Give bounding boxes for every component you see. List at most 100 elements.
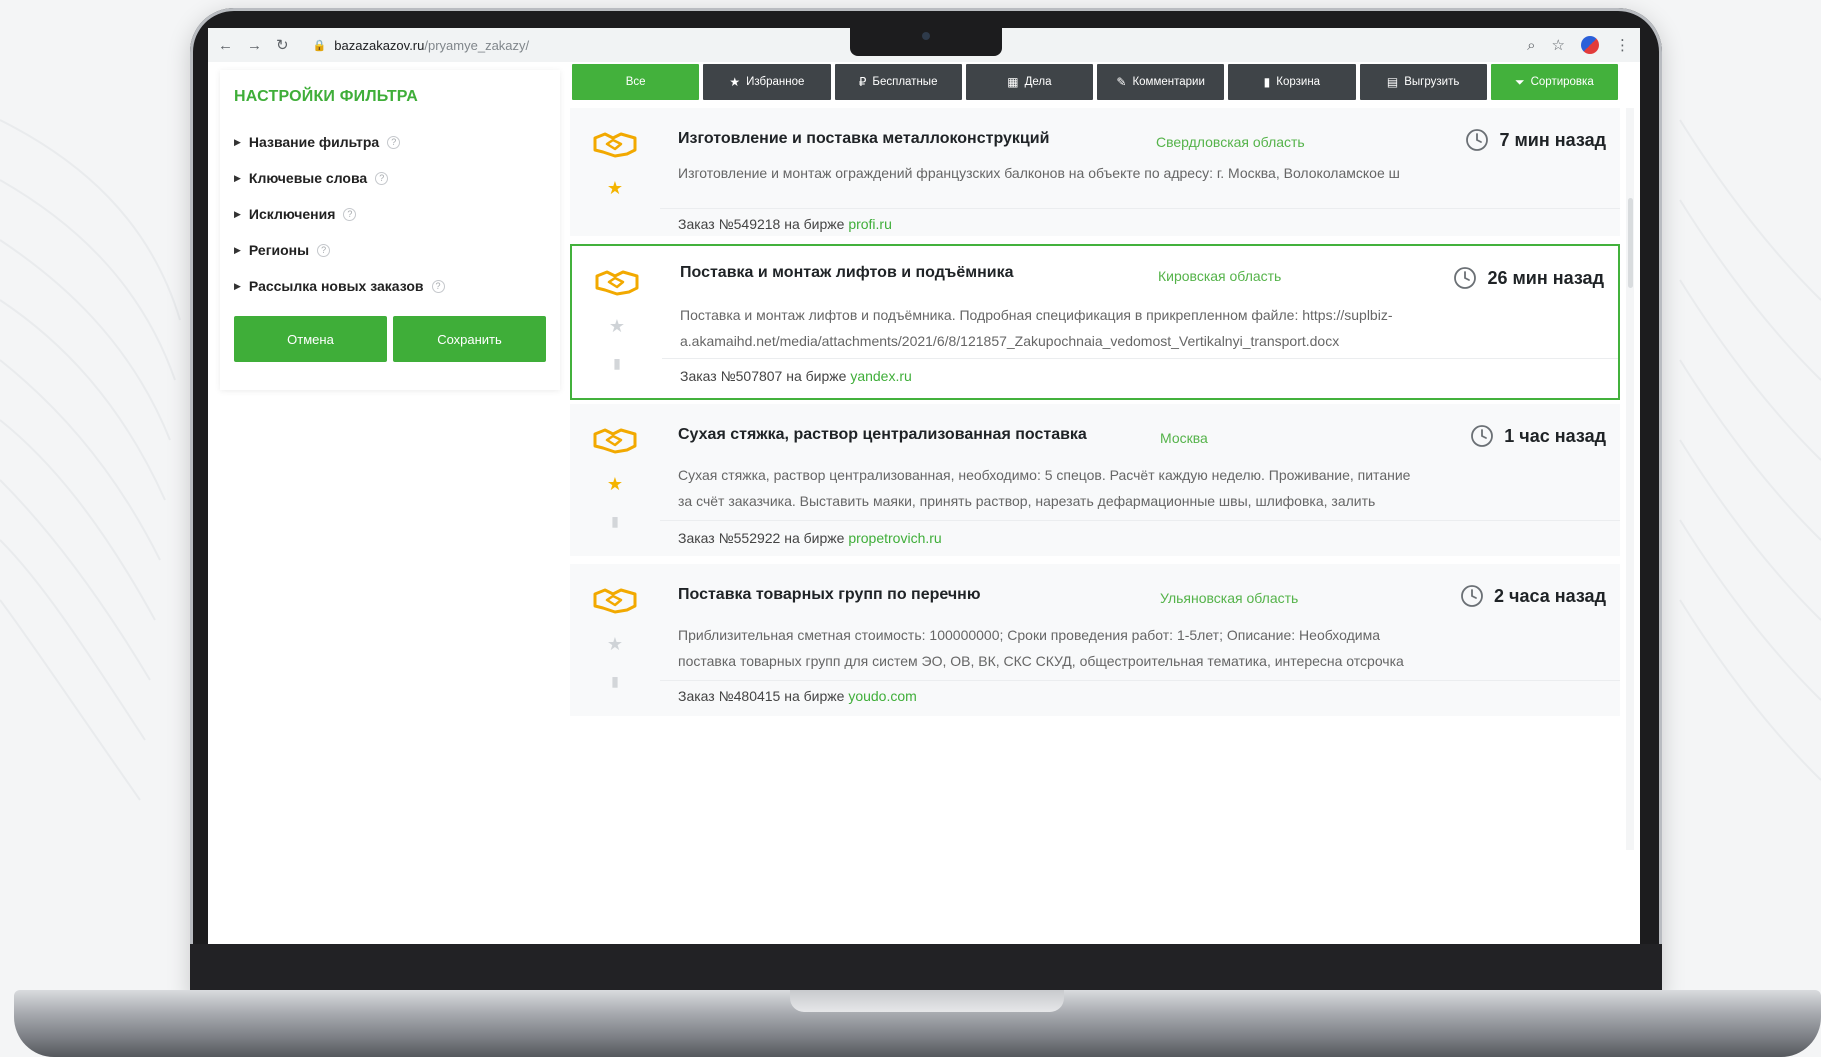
toolbar-button[interactable]: ₽ Бесплатные: [834, 64, 962, 100]
filter-item-label: Рассылка новых заказов: [248, 278, 424, 294]
order-time-label: 7 мин назад: [1499, 129, 1606, 150]
order-description: Приблизительная сметная стоимость: 10000…: [678, 622, 1498, 674]
order-card[interactable]: ★ ▮ Сухая стяжка, раствор централизованная…: [570, 404, 1620, 564]
order-footer: Заказ №480415 на бирже youdo.com: [678, 688, 917, 704]
pencil-icon: ✎: [1116, 75, 1127, 89]
cancel-button[interactable]: Отмена: [234, 316, 387, 362]
order-time: 26 мин назад: [1453, 266, 1604, 290]
order-region: Кировская область: [1158, 268, 1282, 284]
caret-right-icon: ▶: [234, 136, 241, 147]
order-number: Заказ №552922 на бирже: [678, 530, 849, 546]
order-description-line: Сухая стяжка, раствор централизованная, …: [678, 467, 1411, 483]
caret-right-icon: ▶: [234, 280, 241, 291]
exchange-link[interactable]: profi.ru: [848, 216, 892, 232]
toolbar-button[interactable]: ✎ Комментарии: [1097, 64, 1225, 100]
toolbar-button[interactable]: ⏷ Сортировка: [1490, 64, 1618, 100]
help-icon[interactable]: ?: [343, 207, 357, 221]
filter-item[interactable]: ▶ Ключевые слова?: [234, 160, 546, 196]
toolbar-button-label: Бесплатные: [872, 76, 938, 88]
caret-right-icon: ▶: [234, 244, 241, 255]
favorite-star-icon[interactable]: ★: [609, 316, 625, 337]
trash-icon[interactable]: ▮: [613, 355, 621, 372]
order-time: 7 мин назад: [1465, 128, 1606, 152]
trash-icon[interactable]: ▮: [611, 513, 619, 530]
handshake-icon: [593, 588, 637, 614]
help-icon[interactable]: ?: [387, 135, 401, 149]
camera-icon: [922, 32, 930, 40]
order-time-label: 2 часа назад: [1494, 585, 1606, 606]
filter-item[interactable]: ▶ Исключения?: [234, 196, 546, 232]
url-path: /pryamye_zakazy/: [424, 37, 530, 53]
bookmark-star-icon[interactable]: ☆: [1552, 36, 1565, 54]
filter-item[interactable]: ▶ Рассылка новых заказов?: [234, 268, 546, 304]
toolbar-button[interactable]: ▤ Выгрузить: [1359, 64, 1487, 100]
order-time-label: 1 час назад: [1504, 425, 1606, 446]
favorite-star-icon[interactable]: ★: [607, 474, 623, 495]
toolbar-button-label: Комментарии: [1132, 76, 1205, 88]
toolbar-button[interactable]: ▮ Корзина: [1228, 64, 1356, 100]
handshake-icon: [593, 428, 637, 454]
toolbar-button[interactable]: Все: [572, 64, 700, 100]
clock-icon: [1454, 267, 1477, 289]
filter-item[interactable]: ▶ Название фильтра?: [234, 124, 546, 160]
order-card[interactable]: ★ ▮ Поставка и монтаж лифтов и подъёмника К…: [570, 244, 1620, 400]
reload-icon[interactable]: ↻: [276, 36, 289, 54]
order-description-line: Приблизительная сметная стоимость: 10000…: [678, 627, 1381, 643]
toolbar-button-label: Избранное: [746, 76, 805, 88]
ruble-icon: ₽: [858, 75, 867, 89]
address-bar[interactable]: 🔒 bazazakazov.ru/pryamye_zakazy/: [313, 38, 530, 53]
filter-settings-title: НАСТРОЙКИ ФИЛЬТРА: [234, 88, 419, 105]
save-button[interactable]: Сохранить: [393, 316, 546, 362]
filter-icon: ⏷: [1515, 74, 1525, 89]
exchange-link[interactable]: youdo.com: [848, 688, 916, 704]
help-icon[interactable]: ?: [375, 171, 389, 185]
help-icon[interactable]: ?: [431, 279, 445, 293]
filter-item[interactable]: ▶ Регионы?: [234, 232, 546, 268]
order-footer: Заказ №552922 на бирже propetrovich.ru: [678, 530, 942, 546]
avatar[interactable]: [1581, 36, 1599, 54]
kebab-menu-icon[interactable]: ⋮: [1615, 36, 1630, 54]
favorite-star-icon[interactable]: ★: [607, 634, 623, 655]
order-number: Заказ №480415 на бирже: [678, 688, 849, 704]
order-description-line: поставка товарных групп для систем ЭО, О…: [678, 653, 1404, 669]
order-title[interactable]: Изготовление и поставка металлоконструкц…: [678, 130, 1049, 148]
order-description-line: Изготовление и монтаж ограждений француз…: [678, 165, 1400, 181]
calendar-icon: ▦: [1007, 75, 1019, 89]
help-icon[interactable]: ?: [317, 243, 331, 257]
order-footer: Заказ №549218 на бирже profi.ru: [678, 216, 892, 232]
order-description: Изготовление и монтаж ограждений француз…: [678, 160, 1498, 186]
filter-settings-panel: НАСТРОЙКИ ФИЛЬТРА ▶ Название фильтра? ▶ Клю…: [220, 70, 560, 390]
order-description-line: Поставка и монтаж лифтов и подъёмника. П…: [680, 307, 1393, 323]
trash-icon: ▮: [1263, 75, 1271, 89]
order-title[interactable]: Поставка и монтаж лифтов и подъёмника: [680, 264, 1013, 282]
order-card[interactable]: ★ ▮ Поставка товарных групп по перечню Улья…: [570, 564, 1620, 724]
order-time-label: 26 мин назад: [1487, 267, 1604, 288]
order-region: Ульяновская область: [1160, 590, 1299, 606]
order-title[interactable]: Сухая стяжка, раствор централизованная п…: [678, 426, 1087, 444]
toolbar-button[interactable]: ★ Избранное: [703, 64, 831, 100]
filter-item-label: Регионы: [248, 242, 310, 258]
divider: [660, 680, 1620, 681]
url-host: bazazakazov.ru: [334, 37, 425, 53]
divider: [662, 358, 1618, 359]
orders-toolbar: Все ★ Избранное ₽ Бесплатные ▦ Дела ✎ Комментари…: [572, 64, 1618, 100]
toolbar-button-label: Сортировка: [1530, 76, 1594, 88]
back-arrow-icon[interactable]: ←: [218, 37, 233, 54]
exchange-link[interactable]: yandex.ru: [850, 368, 911, 384]
order-description: Сухая стяжка, раствор централизованная, …: [678, 462, 1498, 514]
order-description: Поставка и монтаж лифтов и подъёмника. П…: [680, 302, 1500, 354]
zoom-icon[interactable]: ⌕: [1527, 37, 1535, 54]
order-number: Заказ №549218 на бирже: [678, 216, 849, 232]
handshake-icon: [595, 270, 639, 296]
divider: [660, 520, 1620, 521]
favorite-star-icon[interactable]: ★: [607, 178, 623, 199]
order-card[interactable]: ★ Изготовление и поставка металлоконструк…: [570, 108, 1620, 244]
trash-icon[interactable]: ▮: [611, 673, 619, 690]
filter-item-label: Ключевые слова: [248, 170, 368, 186]
forward-arrow-icon[interactable]: →: [247, 37, 262, 54]
exchange-link[interactable]: propetrovich.ru: [848, 530, 941, 546]
scrollbar-thumb[interactable]: [1628, 198, 1633, 288]
toolbar-button[interactable]: ▦ Дела: [965, 64, 1093, 100]
order-title[interactable]: Поставка товарных групп по перечню: [678, 586, 980, 604]
laptop-opening-groove: [790, 990, 1064, 1012]
